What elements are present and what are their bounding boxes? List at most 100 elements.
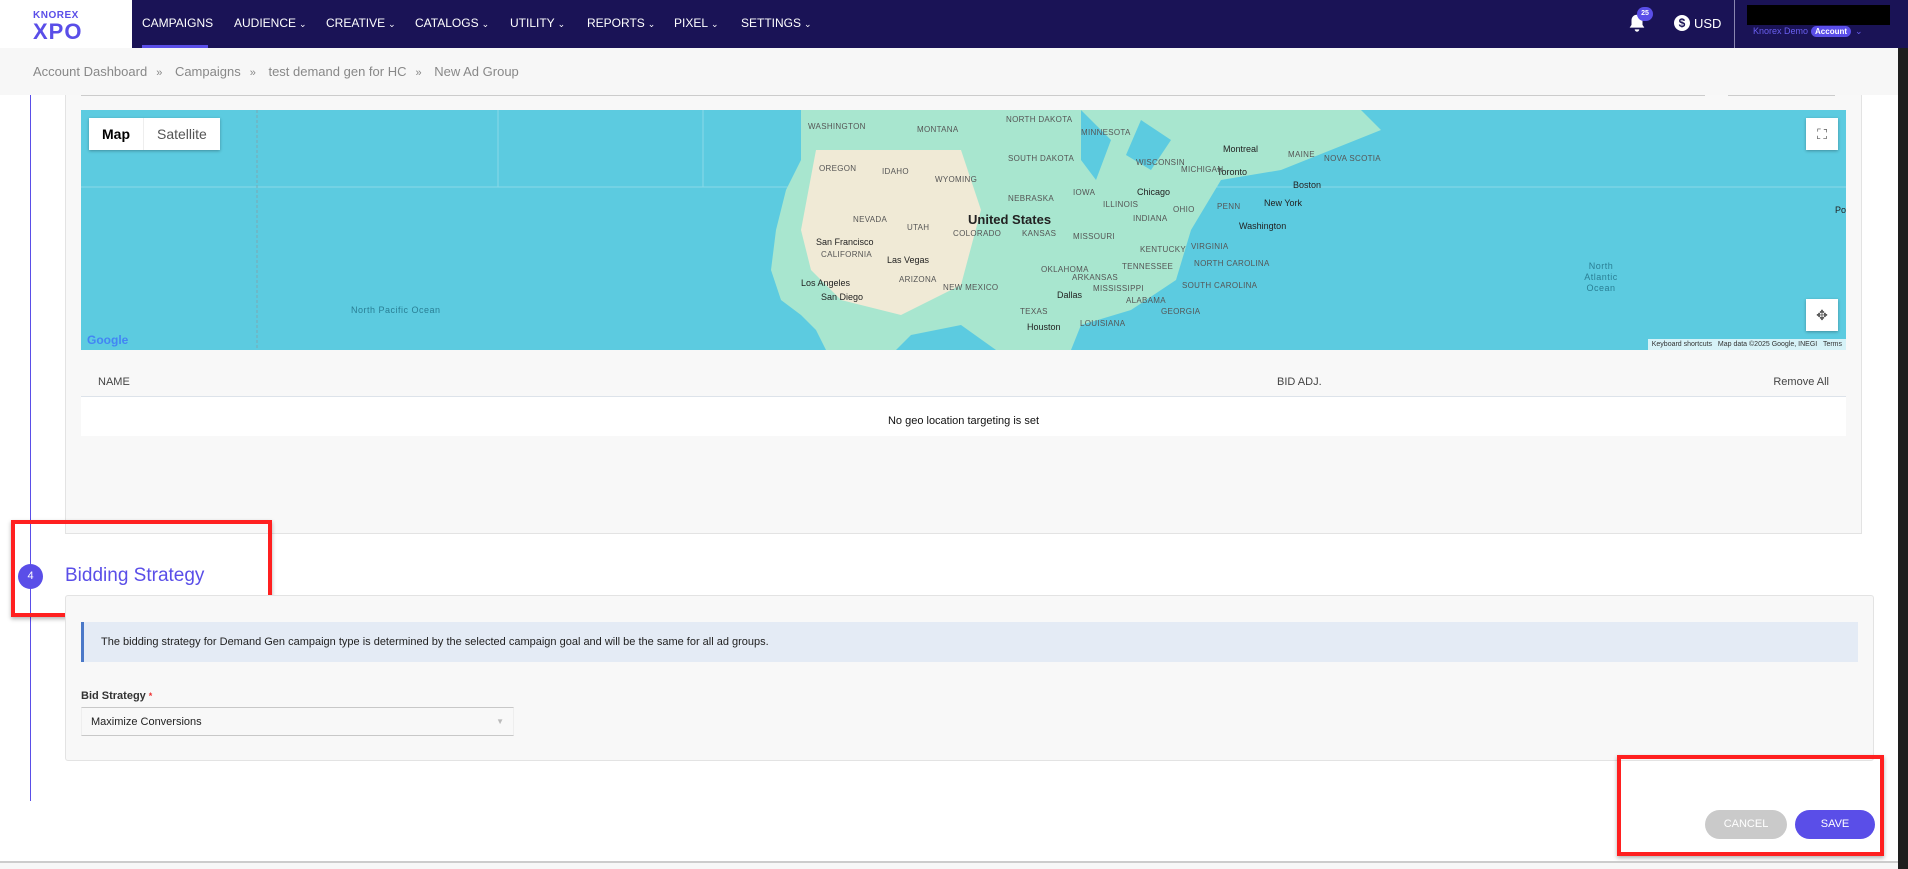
map-edge-label: Po — [1834, 205, 1846, 215]
state-label: IOWA — [1073, 188, 1096, 197]
map-type-toggle: Map Satellite — [89, 118, 220, 150]
breadcrumb-separator: » — [415, 67, 422, 79]
notification-count-badge: 25 — [1637, 7, 1653, 21]
nav-pixel[interactable]: PIXEL ⌄ — [674, 16, 719, 30]
breadcrumb-current: New Ad Group — [434, 64, 519, 79]
location-add-button[interactable] — [1728, 95, 1835, 96]
nav-label: CREATIVE — [326, 16, 386, 30]
state-label: MISSOURI — [1073, 232, 1115, 241]
city-label: Boston — [1293, 180, 1322, 190]
nav-audience[interactable]: AUDIENCE ⌄ — [234, 16, 307, 30]
bidding-strategy-card — [65, 595, 1874, 761]
breadcrumb-separator: » — [249, 67, 256, 79]
location-search-input[interactable] — [81, 95, 1705, 96]
terms-link[interactable]: Terms — [1823, 341, 1842, 348]
label-text: Bid Strategy — [81, 690, 146, 702]
bid-strategy-select[interactable]: Maximize Conversions ▼ — [81, 707, 514, 736]
nav-divider — [1734, 0, 1735, 48]
nav-label: REPORTS — [587, 16, 645, 30]
breadcrumb-account-dashboard[interactable]: Account Dashboard — [33, 64, 147, 79]
city-label: Houston — [1027, 322, 1061, 332]
city-label: Los Angeles — [801, 278, 851, 288]
nav-label: PIXEL — [674, 16, 709, 30]
info-banner: The bidding strategy for Demand Gen camp… — [81, 622, 1858, 662]
country-label: United States — [968, 212, 1052, 227]
nav-settings[interactable]: SETTINGS ⌄ — [741, 16, 812, 30]
state-label: MONTANA — [917, 125, 959, 134]
city-label: Las Vegas — [887, 255, 930, 265]
state-label: NEBRASKA — [1008, 194, 1054, 203]
chevron-down-icon: ⌄ — [804, 19, 812, 29]
state-label: WISCONSIN — [1136, 158, 1185, 167]
city-label: Washington — [1239, 221, 1287, 231]
camera-control-icon[interactable]: ✥ — [1806, 299, 1838, 331]
map[interactable]: Map Satellite ⛶ ✥ North Pacific Ocean No… — [81, 110, 1846, 350]
city-label: New York — [1264, 198, 1303, 208]
redacted-user-name — [1747, 5, 1890, 25]
nav-label: AUDIENCE — [234, 16, 297, 30]
map-type-satellite[interactable]: Satellite — [144, 118, 220, 150]
keyboard-shortcuts-link[interactable]: Keyboard shortcuts — [1652, 341, 1712, 348]
nav-utility[interactable]: UTILITY ⌄ — [510, 16, 565, 30]
state-label: MISSISSIPPI — [1093, 284, 1144, 293]
map-type-map[interactable]: Map — [89, 118, 144, 150]
nav-reports[interactable]: REPORTS ⌄ — [587, 16, 655, 30]
chevron-down-icon: ⌄ — [711, 19, 719, 29]
dollar-icon[interactable]: $ — [1674, 15, 1690, 31]
nav-creative[interactable]: CREATIVE ⌄ — [326, 16, 396, 30]
state-label: SOUTH DAKOTA — [1008, 154, 1075, 163]
state-label: OHIO — [1173, 205, 1195, 214]
city-label: Chicago — [1137, 187, 1171, 197]
column-name: NAME — [98, 376, 130, 388]
breadcrumb-campaigns[interactable]: Campaigns — [175, 64, 241, 79]
state-label: UTAH — [907, 223, 930, 232]
chevron-down-icon: ⌄ — [1855, 26, 1863, 36]
state-label: MINNESOTA — [1081, 128, 1131, 137]
state-label: WASHINGTON — [808, 122, 866, 131]
knorex-xpo-logo[interactable]: KNOREX XPO — [0, 0, 132, 48]
breadcrumb-campaign[interactable]: test demand gen for HC — [268, 64, 406, 79]
state-label: MICHIGAN — [1181, 165, 1224, 174]
fullscreen-icon[interactable]: ⛶ — [1806, 118, 1838, 150]
state-label: KENTUCKY — [1140, 245, 1186, 254]
highlight-box-actions — [1617, 755, 1884, 856]
chevron-down-icon: ⌄ — [299, 19, 307, 29]
state-label: SOUTH CAROLINA — [1182, 281, 1258, 290]
state-label: INDIANA — [1133, 214, 1168, 223]
chevron-down-icon: ⌄ — [557, 19, 566, 29]
state-label: NOVA SCOTIA — [1324, 154, 1381, 163]
map-attribution: Keyboard shortcuts Map data ©2025 Google… — [1647, 339, 1846, 350]
footer-bar — [0, 863, 1898, 869]
breadcrumb-separator: » — [156, 67, 163, 79]
breadcrumb: Account Dashboard » Campaigns » test deman… — [33, 64, 519, 79]
state-label: OREGON — [819, 164, 857, 173]
required-mark: * — [148, 691, 153, 701]
currency-label[interactable]: USD — [1694, 16, 1721, 31]
ocean-label: North Atlantic Ocean — [1584, 261, 1618, 293]
map-data-text: Map data ©2025 Google, INEGI — [1717, 341, 1818, 348]
google-logo: Google — [87, 333, 129, 347]
geo-table-empty-row: No geo location targeting is set — [81, 397, 1846, 436]
nav-label: CAMPAIGNS — [142, 16, 214, 30]
geo-table-header: NAME BID ADJ. Remove All — [81, 368, 1846, 397]
state-label: COLORADO — [953, 229, 1002, 238]
state-label: NEW MEXICO — [943, 283, 999, 292]
nav-label: UTILITY — [510, 16, 555, 30]
state-label: NORTH CAROLINA — [1194, 259, 1270, 268]
selected-value: Maximize Conversions — [91, 716, 202, 728]
nav-label: CATALOGS — [415, 16, 479, 30]
scrollbar[interactable] — [1898, 48, 1908, 869]
chevron-down-icon: ⌄ — [481, 19, 490, 29]
city-label: Montreal — [1223, 144, 1259, 154]
nav-campaigns[interactable]: CAMPAIGNS — [142, 16, 213, 30]
remove-all-link[interactable]: Remove All — [1773, 376, 1829, 388]
chevron-down-icon: ⌄ — [647, 19, 656, 29]
state-label: IDAHO — [882, 167, 909, 176]
state-label: WYOMING — [935, 175, 978, 184]
nav-label: SETTINGS — [741, 16, 802, 30]
nav-catalogs[interactable]: CATALOGS ⌄ — [415, 16, 489, 30]
state-label: NORTH DAKOTA — [1006, 115, 1073, 124]
city-label: San Diego — [821, 292, 864, 302]
state-label: ALABAMA — [1126, 296, 1166, 305]
account-switcher[interactable]: Knorex Demo Account ⌄ — [1753, 26, 1863, 37]
